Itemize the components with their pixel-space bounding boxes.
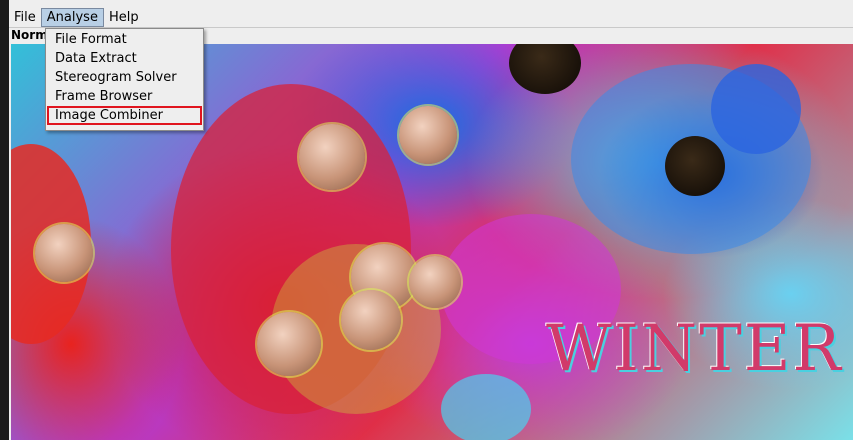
menu-file[interactable]: File (9, 8, 41, 27)
image-bubble (35, 224, 93, 282)
image-bubble (409, 256, 461, 308)
image-bubble (299, 124, 365, 190)
dark-spot (509, 44, 581, 94)
analyse-dropdown-menu: File Format Data Extract Stereogram Solv… (45, 28, 204, 131)
image-text-winter: WINTER (546, 312, 843, 386)
menu-item-stereogram-solver[interactable]: Stereogram Solver (47, 68, 202, 87)
menu-bar: File Analyse Help (9, 8, 853, 28)
menu-item-image-combiner[interactable]: Image Combiner (47, 106, 202, 125)
menu-item-data-extract[interactable]: Data Extract (47, 49, 202, 68)
menu-analyse[interactable]: Analyse (40, 8, 104, 27)
dark-spot (665, 136, 725, 196)
image-blob (711, 64, 801, 154)
image-bubble (399, 106, 457, 164)
image-blob (441, 374, 531, 440)
menu-item-file-format[interactable]: File Format (47, 30, 202, 49)
image-bubble (341, 290, 401, 350)
image-bubble (257, 312, 321, 376)
menu-help[interactable]: Help (104, 8, 144, 27)
menu-item-frame-browser[interactable]: Frame Browser (47, 87, 202, 106)
window-left-edge (0, 0, 9, 440)
